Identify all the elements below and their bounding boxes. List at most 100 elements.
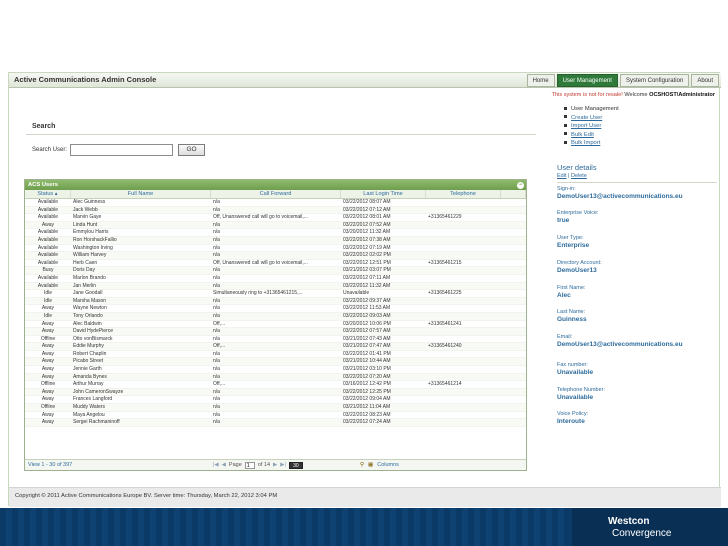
cell-telephone: +31365461240 [428,343,462,350]
pager-next-icon[interactable]: ▶ [273,460,277,471]
table-row[interactable]: Away Eddie Murphy Off,... 03/21/2012 07:47 … [25,343,526,351]
menu-item-bulk-import[interactable]: Bulk Import [564,139,714,148]
cell-call-forward: n/a [213,358,220,365]
column-header-last-login-time[interactable]: Last Login Time [341,190,426,198]
table-row[interactable]: Available Ron HorshackFallio n/a 03/22/2012… [25,236,526,245]
cell-telephone: +31365461214 [428,381,462,388]
search-user-input[interactable] [70,144,173,156]
columns-icon[interactable]: ▦ [368,460,373,471]
field-value: Alec [557,292,571,299]
table-row[interactable]: Away Amanda Bynes n/a 03/22/2012 07:20 AM [25,373,526,382]
cell-last-login: 03/21/2012 03:10 PM [343,366,391,373]
menu-item-bulk-edit[interactable]: Bulk Edit [564,131,714,140]
menu-item-import-user[interactable]: Import User [564,122,714,131]
column-header-filler [501,190,526,198]
nav-tab-system-configuration[interactable]: System Configuration [619,74,690,87]
column-header-full-name[interactable]: Full Name [71,190,211,198]
table-row[interactable]: Away Jennie Garth n/a 03/21/2012 03:10 PM [25,366,526,374]
table-row[interactable]: Away Sergei Rachmaninoff n/a 03/22/2012 07:… [25,419,526,427]
cell-full-name: David HydePierce [73,328,114,335]
field-voice-policy: Voice Policy: Interoute [557,411,717,425]
field-last-name: Last Name: Guinness [557,309,717,323]
cell-status: Available [37,199,59,205]
table-row[interactable]: Offline Arthur Murray Off,... 03/16/2012 12… [25,381,526,389]
brand-name: Westcon [608,516,650,527]
table-row[interactable]: Offline Otto vonBismarck n/a 03/21/2012 07:… [25,336,526,344]
table-row[interactable]: Offline Muddy Waters n/a 03/21/2012 11:04 A… [25,404,526,412]
table-row[interactable]: Away Robert Chaplin n/a 03/22/2012 01:41 PM [25,351,526,359]
bullet-icon [564,106,567,110]
table-row[interactable]: Idle Tony Orlando n/a 03/22/2012 09:03 AM [25,312,526,321]
table-row[interactable]: Busy Doris Day n/a 03/21/2012 03:07 PM [25,267,526,275]
pager-first-icon[interactable]: |◀ [213,460,219,471]
pager-range: View 1 - 30 of 397 [28,462,73,468]
table-row[interactable]: Away Frances Langford n/a 03/22/2012 09:04 … [25,396,526,405]
cell-last-login: 03/22/2012 09:37 AM [343,297,391,304]
table-row[interactable]: Away Linda Hunt n/a 03/22/2012 07:52 AM [25,221,526,230]
go-button[interactable]: GO [178,144,205,156]
cell-status: Available [37,244,59,251]
delete-link[interactable]: Delete [571,173,587,179]
table-row[interactable]: Idle Marsha Mason n/a 03/22/2012 09:37 AM [25,297,526,306]
column-header-telephone[interactable]: Telephone [426,190,501,198]
table-row[interactable]: Available Washington Irving n/a 03/22/2012 … [25,245,526,253]
cell-full-name: Jack Webb [73,206,98,213]
table-row[interactable]: Away Picabo Street n/a 03/21/2012 10:44 AM [25,358,526,367]
nav-tab-about[interactable]: About [691,74,719,87]
table-row[interactable]: Available Herb Caen Off, Unanswered call w… [25,260,526,268]
column-header-call-forward[interactable]: Call Forward [211,190,341,198]
cell-last-login: 03/22/2012 12:25 PM [343,388,391,395]
grid-pager: View 1 - 30 of 397 |◀ ◀ Page of 14 ▶ ▶| … [25,459,526,470]
cell-status: Away [41,350,55,357]
cell-last-login: 03/21/2012 07:43 AM [343,335,391,342]
cell-call-forward: n/a [213,350,220,357]
bullet-icon [564,115,567,119]
search-panel: Search Search User: GO [22,123,536,163]
cell-full-name: Jane Goodall [73,290,103,297]
table-row[interactable]: Away Wayne Newton n/a 03/22/2012 11:53 AM [25,305,526,313]
cell-full-name: Tony Orlando [73,312,103,319]
table-row[interactable]: Available Marvin Gaye Off, Unanswered call… [25,214,526,222]
page-size-select[interactable]: 30 [288,462,303,469]
field-value: true [557,217,570,224]
pager-prev-icon[interactable]: ◀ [222,460,226,471]
columns-link[interactable]: Columns [377,460,399,471]
bullet-icon [564,123,567,127]
table-row[interactable]: Available Jack Webb n/a 03/22/2012 07:12 AM [25,206,526,215]
pager-last-icon[interactable]: ▶| [280,460,286,471]
field-label: Directory Account: [557,260,602,266]
collapse-icon[interactable]: − [517,181,524,189]
table-row[interactable]: Away Maya Angelou n/a 03/22/2012 08:23 AM [25,412,526,420]
table-row[interactable]: Available Emmylou Harris n/a 03/20/2012 11:… [25,229,526,237]
search-icon[interactable]: ⚲ [360,460,364,471]
table-row[interactable]: Available William Harvey n/a 03/22/2012 02:… [25,252,526,260]
table-row[interactable]: Available Marlon Brando n/a 03/22/2012 07:1… [25,275,526,283]
cell-status: Away [41,373,55,380]
menu-item-create-user[interactable]: Create User [564,114,714,123]
cell-full-name: Frances Langford [73,396,113,403]
grid-body: Available Alec Guinness n/a 03/22/2012 08:0… [25,199,526,461]
nav-tab-user-management[interactable]: User Management [556,74,618,87]
table-row[interactable]: Idle Jane Goodall Simultaneously ring to +… [25,290,526,298]
table-row[interactable]: Available Alec Guinness n/a 03/22/2012 08:0… [25,199,526,207]
nav-tab-home[interactable]: Home [526,74,555,87]
pager-page-input[interactable] [244,462,255,469]
menu-item-label: Import User [571,123,602,129]
cell-status: Away [41,320,55,327]
table-row[interactable]: Away David HydePierce n/a 03/22/2012 07:57 … [25,328,526,336]
cell-status: Available [37,282,59,289]
table-row[interactable]: Away John CameronSwayze n/a 03/22/2012 12:2… [25,388,526,397]
field-label: Last Name: [557,309,586,315]
column-header-status[interactable]: Status ▴ [25,190,71,198]
sort-ascending-icon: ▴ [54,191,58,197]
cell-call-forward: Off,... [213,343,226,350]
cell-call-forward: n/a [213,411,220,418]
cell-call-forward: n/a [213,396,220,403]
cell-status: Away [41,343,55,350]
cell-full-name: Jan Merlin [73,282,97,289]
edit-link[interactable]: Edit [557,173,566,179]
table-row[interactable]: Away Alec Baldwin Off,... 03/20/2012 10:06 … [25,321,526,329]
field-label: Telephone Number: [557,387,606,393]
cell-call-forward: n/a [213,267,220,274]
table-row[interactable]: Available Jan Merlin n/a 03/22/2012 11:32 A… [25,282,526,291]
